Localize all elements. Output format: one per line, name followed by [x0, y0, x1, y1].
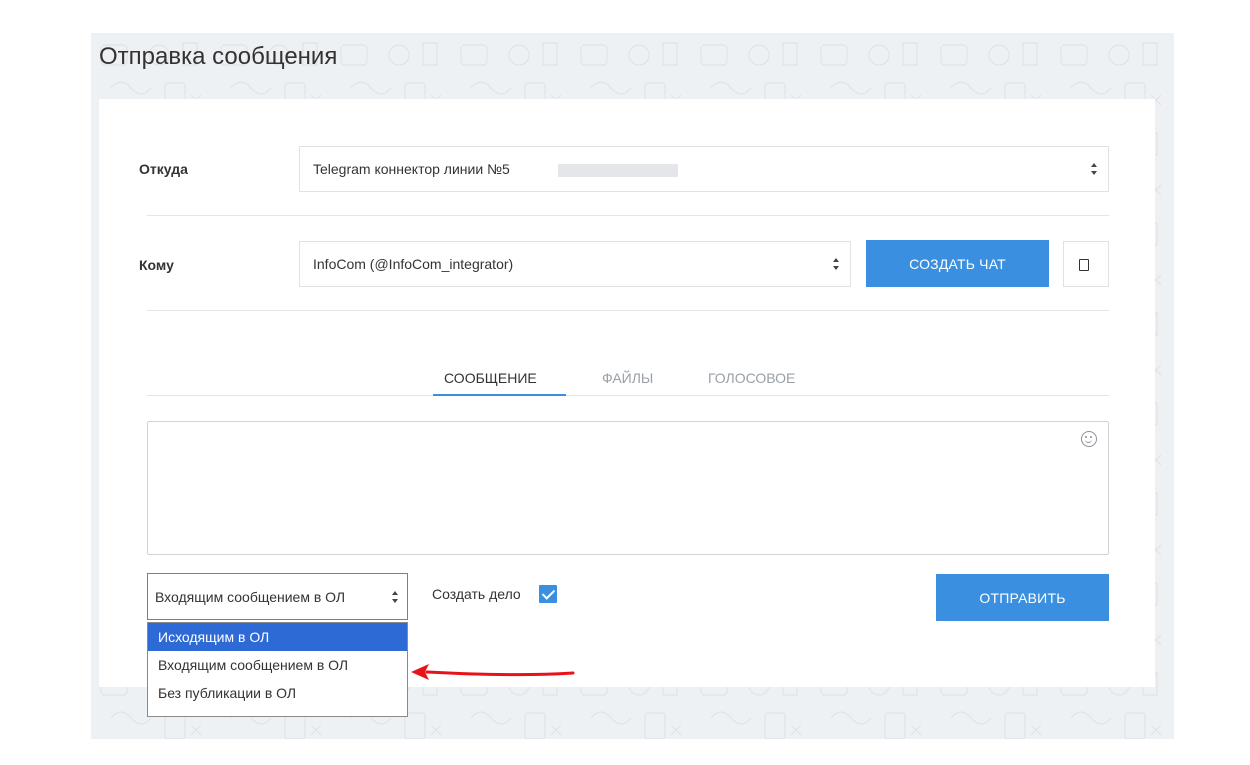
select-arrows-icon: [392, 590, 399, 603]
message-textarea[interactable]: [147, 421, 1109, 555]
dropdown-option-incoming[interactable]: Входящим сообщением в ОЛ: [148, 651, 407, 679]
to-select-value: InfoCom (@InfoCom_integrator): [313, 256, 514, 272]
divider: [147, 215, 1109, 216]
dropdown-option-no-publication[interactable]: Без публикации в ОЛ: [148, 679, 407, 707]
from-label: Откуда: [139, 161, 188, 177]
to-select[interactable]: InfoCom (@InfoCom_integrator): [299, 241, 851, 287]
send-message-card: Откуда Telegram коннектор линии №5 Кому …: [99, 99, 1155, 687]
select-arrows-icon: [1091, 163, 1098, 175]
from-select-value: Telegram коннектор линии №5: [313, 161, 510, 177]
smiley-icon[interactable]: [1081, 431, 1097, 447]
dropdown-option-outgoing[interactable]: Исходящим в ОЛ: [148, 623, 407, 651]
active-tab-indicator: [433, 394, 566, 396]
tab-message[interactable]: СООБЩЕНИЕ: [444, 370, 537, 386]
from-select[interactable]: Telegram коннектор линии №5: [299, 146, 1109, 192]
create-task-checkbox[interactable]: [539, 585, 557, 603]
publication-select-value: Входящим сообщением в ОЛ: [155, 588, 346, 605]
select-arrows-icon: [833, 258, 840, 270]
page-title: Отправка сообщения: [99, 43, 338, 70]
tabs-divider: [147, 395, 1109, 396]
copy-button[interactable]: [1063, 241, 1109, 287]
to-label: Кому: [139, 257, 174, 273]
publication-select[interactable]: Входящим сообщением в ОЛ: [147, 573, 408, 620]
create-task-label: Создать дело: [432, 586, 521, 602]
divider: [147, 310, 1109, 311]
publication-dropdown: Исходящим в ОЛ Входящим сообщением в ОЛ …: [147, 622, 408, 717]
annotation-arrow: [411, 664, 575, 680]
create-chat-button[interactable]: СОЗДАТЬ ЧАТ: [866, 240, 1049, 287]
copy-icon: [1079, 259, 1089, 271]
tab-voice[interactable]: ГОЛОСОВОЕ: [708, 370, 795, 386]
redacted-block: [558, 164, 678, 177]
tab-files[interactable]: ФАЙЛЫ: [602, 370, 653, 386]
send-button[interactable]: ОТПРАВИТЬ: [936, 574, 1109, 621]
